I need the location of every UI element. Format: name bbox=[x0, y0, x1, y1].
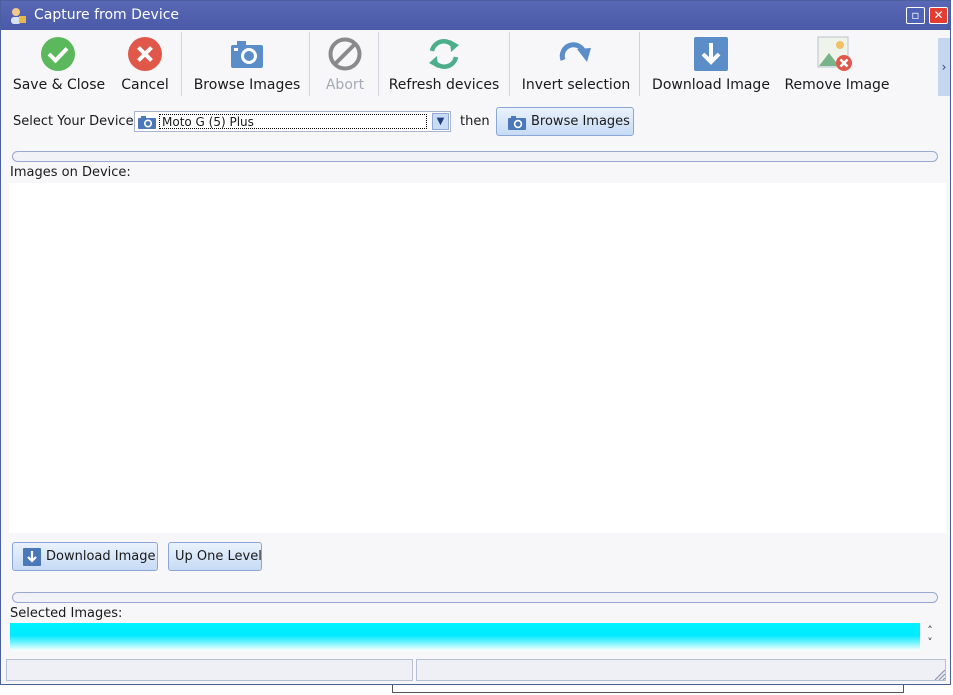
redo-arrow-icon bbox=[559, 42, 591, 62]
toolbar-separator bbox=[639, 32, 640, 96]
remove-image-icon bbox=[817, 36, 852, 71]
download-icon bbox=[23, 548, 41, 566]
restore-button[interactable]: ▫ bbox=[906, 7, 925, 24]
capture-window: Capture from Device ▫ ✕ Save & Close Can… bbox=[0, 0, 951, 685]
browse-images-toolbar-button[interactable]: Browse Images bbox=[187, 30, 307, 98]
selected-progress-bar bbox=[12, 592, 938, 603]
abort-icon bbox=[328, 37, 362, 71]
download-image-label: Download Image bbox=[652, 77, 770, 93]
selected-images-strip[interactable] bbox=[10, 623, 920, 651]
remove-image-label: Remove Image bbox=[784, 77, 890, 93]
window-title: Capture from Device bbox=[34, 7, 180, 23]
images-on-device-label: Images on Device: bbox=[10, 165, 131, 180]
camera-icon bbox=[138, 116, 156, 129]
chevron-down-icon[interactable]: ▼ bbox=[432, 113, 449, 130]
selected-images-label: Selected Images: bbox=[10, 606, 123, 621]
close-button[interactable]: ✕ bbox=[929, 7, 948, 24]
toolbar-separator bbox=[181, 32, 182, 96]
toolbar-separator bbox=[309, 32, 310, 96]
refresh-devices-label: Refresh devices bbox=[388, 77, 500, 93]
select-device-label: Select Your Device bbox=[13, 114, 134, 129]
toolbar-separator bbox=[509, 32, 510, 96]
browse-images-button-label: Browse Images bbox=[531, 114, 630, 129]
device-progress-bar bbox=[12, 151, 938, 162]
toolbar-separator bbox=[378, 32, 379, 96]
toolbar: Save & Close Cancel Browse Images Abort … bbox=[6, 30, 939, 98]
cancel-icon bbox=[128, 37, 162, 71]
status-bar bbox=[6, 659, 946, 681]
refresh-devices-button[interactable]: Refresh devices bbox=[382, 30, 506, 98]
up-one-level-button[interactable]: Up One Level bbox=[168, 542, 262, 571]
up-one-level-label: Up One Level bbox=[175, 549, 262, 564]
download-image-toolbar-button[interactable]: Download Image bbox=[647, 30, 775, 98]
app-icon bbox=[11, 8, 26, 24]
device-dropdown[interactable]: Moto G (5) Plus ▼ bbox=[134, 111, 451, 132]
save-close-button[interactable]: Save & Close bbox=[6, 30, 112, 98]
device-selected-value: Moto G (5) Plus bbox=[159, 114, 427, 129]
title-bar: Capture from Device ▫ ✕ bbox=[1, 1, 950, 30]
background-window-fragment bbox=[0, 685, 953, 695]
invert-selection-button[interactable]: Invert selection bbox=[513, 30, 639, 98]
download-image-button[interactable]: Download Image bbox=[12, 542, 158, 571]
abort-button[interactable]: Abort bbox=[312, 30, 378, 98]
then-label: then bbox=[460, 114, 490, 129]
toolbar-scroll-right-button[interactable]: › bbox=[938, 38, 950, 96]
camera-icon bbox=[231, 41, 263, 68]
background-window-edge bbox=[392, 685, 904, 693]
cancel-label: Cancel bbox=[121, 77, 169, 93]
checkmark-icon bbox=[41, 37, 75, 71]
refresh-icon bbox=[429, 39, 459, 69]
images-on-device-list[interactable] bbox=[9, 183, 946, 533]
download-image-button-label: Download Image bbox=[46, 549, 156, 564]
resize-grip-icon[interactable] bbox=[932, 667, 946, 681]
save-close-label: Save & Close bbox=[12, 77, 106, 93]
status-pane-right bbox=[416, 659, 946, 681]
remove-image-button[interactable]: Remove Image bbox=[782, 30, 892, 98]
browse-images-button[interactable]: Browse Images bbox=[496, 107, 634, 136]
invert-selection-label: Invert selection bbox=[521, 77, 631, 93]
camera-icon bbox=[508, 116, 526, 130]
cancel-button[interactable]: Cancel bbox=[112, 30, 178, 98]
status-pane-left bbox=[6, 659, 413, 681]
browse-images-label: Browse Images bbox=[193, 77, 301, 93]
download-icon bbox=[694, 37, 728, 71]
abort-label: Abort bbox=[325, 77, 365, 93]
selected-scroll-buttons[interactable]: ˄ ˅ bbox=[922, 625, 938, 653]
chevron-down-icon[interactable]: ˅ bbox=[922, 637, 938, 649]
